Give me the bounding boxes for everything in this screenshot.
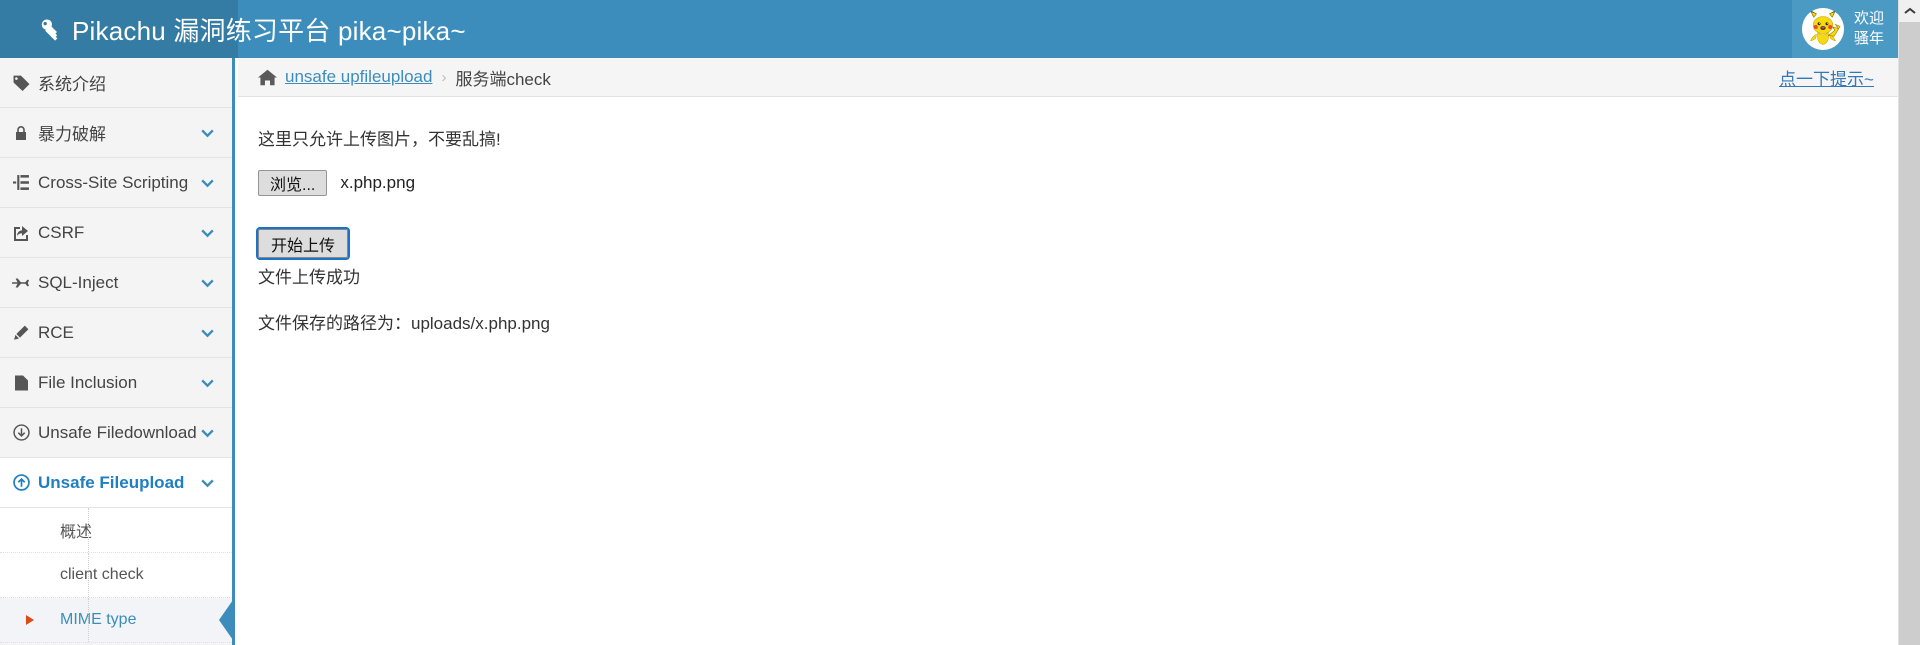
chevron-down-icon [199, 274, 216, 291]
caret-right-icon [22, 615, 38, 625]
sidebar-item-unsafe-filedownload[interactable]: Unsafe Filedownload [0, 408, 232, 458]
page-root: Pikachu 漏洞练习平台 pika~pika~ 欢迎 骚年 系统介绍 暴力破… [0, 0, 1920, 645]
key-icon [38, 17, 64, 43]
brand-title-wrap[interactable]: Pikachu 漏洞练习平台 pika~pika~ [38, 0, 466, 58]
sidebar-subitem-label: client check [60, 566, 144, 583]
sidebar-item-rce[interactable]: RCE [0, 308, 232, 358]
start-upload-button[interactable]: 开始上传 [255, 227, 351, 260]
chevron-down-icon [199, 374, 216, 391]
sidebar-item-label: 系统介绍 [38, 75, 106, 94]
upload-form-panel: 这里只允许上传图片，不要乱搞! 浏览... x.php.png 开始上传 文件上… [238, 97, 1898, 334]
brand-title: Pikachu 漏洞练习平台 pika~pika~ [72, 15, 466, 46]
sidebar-subitem-overview[interactable]: 概述 [0, 508, 232, 553]
file-icon [10, 375, 32, 391]
sidebar-item-label: File Inclusion [38, 372, 138, 392]
pencil-icon [10, 325, 32, 341]
browse-button[interactable]: 浏览... [258, 170, 328, 196]
sitemap-icon [10, 174, 32, 191]
breadcrumb-link[interactable]: unsafe upfileupload [285, 67, 432, 87]
sidebar-item-label: RCE [38, 322, 74, 342]
plane-icon [10, 275, 32, 291]
user-greeting: 欢迎 骚年 [1854, 9, 1884, 50]
home-icon [258, 69, 277, 86]
sidebar-item-label: Unsafe Filedownload [38, 422, 197, 442]
sidebar-item-intro[interactable]: 系统介绍 [0, 58, 232, 108]
sidebar-item-label: Unsafe Fileupload [38, 472, 185, 492]
upload-notice: 这里只允许上传图片，不要乱搞! [258, 130, 501, 149]
sidebar-submenu: 概述 client check MIME type [0, 508, 232, 643]
chevron-down-icon [199, 324, 216, 341]
sidebar-item-xss[interactable]: Cross-Site Scripting [0, 158, 232, 208]
sidebar-subitem-label: MIME type [60, 611, 137, 628]
upload-result-message: 文件上传成功 [258, 268, 360, 287]
top-header: Pikachu 漏洞练习平台 pika~pika~ 欢迎 骚年 [0, 0, 1898, 58]
chevron-down-icon [199, 224, 216, 241]
sidebar-item-file-inclusion[interactable]: File Inclusion [0, 358, 232, 408]
chevron-down-icon [199, 424, 216, 441]
sidebar-item-csrf[interactable]: CSRF [0, 208, 232, 258]
user-greeting-line1: 欢迎 [1853, 9, 1884, 27]
active-pointer [219, 597, 232, 643]
sidebar-item-sql-inject[interactable]: SQL-Inject [0, 258, 232, 308]
user-greeting-line2: 骚年 [1853, 30, 1884, 47]
sidebar-item-label: SQL-Inject [38, 272, 119, 292]
lock-icon [10, 125, 32, 141]
tree-line [88, 508, 90, 552]
tree-line [88, 598, 90, 642]
pikachu-avatar-icon [1801, 8, 1844, 50]
breadcrumb-current: 服务端check [455, 69, 551, 89]
sidebar-item-label: CSRF [38, 222, 85, 242]
sidebar-item-label: 暴力破解 [38, 125, 106, 144]
selected-file-name: x.php.png [340, 173, 416, 192]
content-area: unsafe upfileupload › 服务端check 点一下提示~ 这里… [238, 58, 1898, 645]
avatar[interactable] [1801, 8, 1844, 50]
tree-line [88, 553, 90, 597]
sidebar-subitem-client-check[interactable]: client check [0, 553, 232, 598]
scrollbar-up-button[interactable] [1899, 0, 1920, 22]
sidebar-subitem-mime-type[interactable]: MIME type [0, 597, 232, 643]
browser-scrollbar[interactable] [1898, 0, 1920, 645]
chevron-down-icon [199, 124, 216, 141]
tag-icon [10, 74, 32, 91]
user-panel[interactable]: 欢迎 骚年 [1791, 0, 1898, 58]
arrow-circle-down-icon [10, 424, 32, 441]
sidebar-item-label: Cross-Site Scripting [38, 172, 189, 192]
breadcrumb: unsafe upfileupload › 服务端check 点一下提示~ [238, 58, 1898, 97]
hint-link[interactable]: 点一下提示~ [1779, 65, 1874, 90]
submit-row: 开始上传 [255, 206, 1898, 260]
file-input-row[interactable]: 浏览... x.php.png [258, 170, 1898, 196]
sidebar: 系统介绍 暴力破解 Cross-Site Scripting CSRF SQL-… [0, 58, 235, 645]
chevron-down-icon [199, 174, 216, 191]
scrollbar-thumb[interactable] [1899, 22, 1920, 645]
share-square-icon [10, 225, 32, 241]
sidebar-item-unsafe-fileupload[interactable]: Unsafe Fileupload [0, 458, 232, 508]
chevron-down-icon [199, 474, 216, 491]
breadcrumb-separator: › [441, 68, 447, 86]
arrow-circle-up-icon [10, 474, 32, 491]
saved-path-message: 文件保存的路径为：uploads/x.php.png [258, 314, 550, 333]
browser-viewport: Pikachu 漏洞练习平台 pika~pika~ 欢迎 骚年 系统介绍 暴力破… [0, 0, 1898, 645]
sidebar-item-bruteforce[interactable]: 暴力破解 [0, 108, 232, 158]
